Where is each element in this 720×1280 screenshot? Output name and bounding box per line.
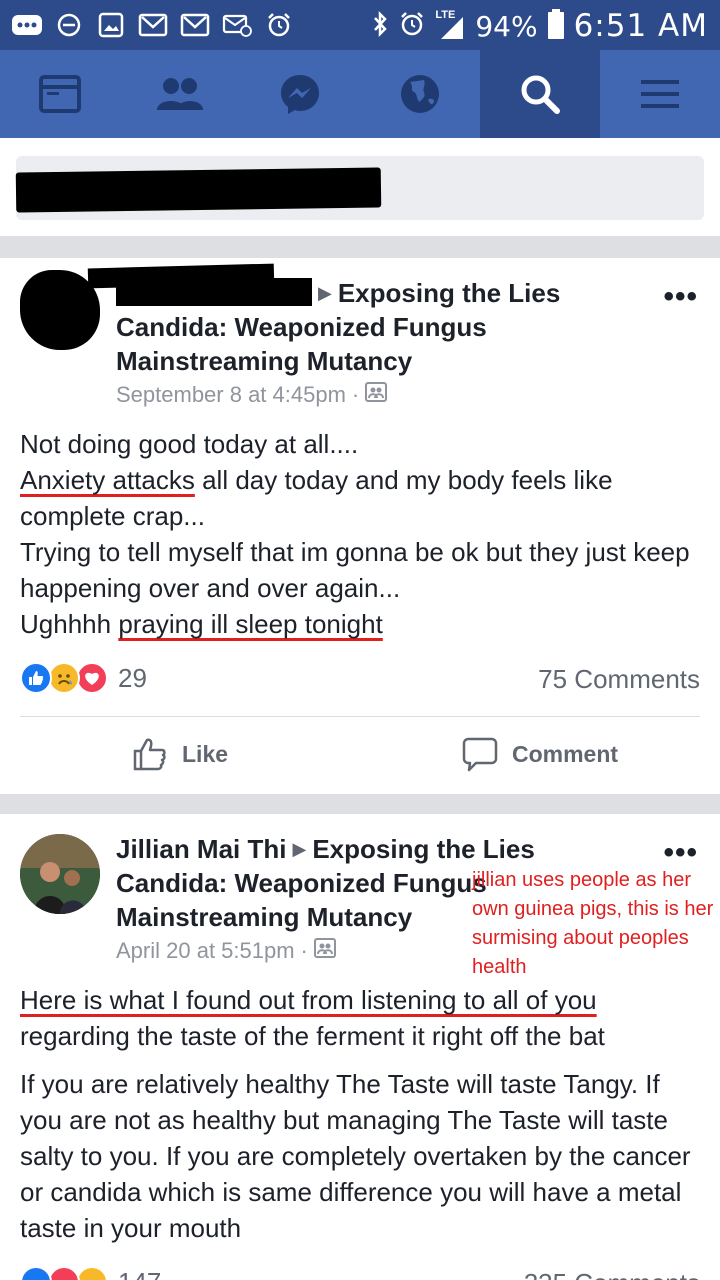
reactions-summary[interactable]: 29 [20,662,147,694]
more-icon [12,12,42,38]
email-icon [222,12,252,38]
gmail-icon [180,12,210,38]
post-paragraph: If you are relatively healthy The Taste … [20,1069,691,1243]
gmail-icon [138,12,168,38]
sad-reaction-icon [76,1266,108,1280]
status-bar: LTE 94% 6:51 AM [0,0,720,50]
post-line: Ughhhh praying ill sleep tonight [20,606,700,642]
search-bar [0,138,720,236]
minus-circle-icon [54,12,84,38]
timestamp[interactable]: September 8 at 4:45pm [116,382,346,408]
timestamp[interactable]: April 20 at 5:51pm [116,938,295,964]
thumbs-up-icon [133,738,166,771]
messenger-icon[interactable] [240,50,360,138]
comment-button[interactable]: Comment [462,736,618,772]
underlined-text: Anxiety attacks [20,465,195,495]
feed-post: ▶ Exposing the Lies Candida: Weaponized F… [0,258,720,794]
like-button[interactable]: Like [132,736,228,772]
feed-post: Jillian Mai Thi ▶ Exposing the Lies Candid… [0,814,720,1280]
top-nav [0,50,720,138]
post-meta: September 8 at 4:45pm · [116,382,388,408]
comments-count[interactable]: 235 Comments [524,1268,700,1280]
battery-percent: 94% [475,9,538,43]
underlined-text: Here is what I found out from listening … [20,985,597,1015]
group-name-line3[interactable]: Mainstreaming Mutancy [116,344,636,378]
bluetooth-icon [371,10,389,43]
menu-icon[interactable] [600,50,720,138]
more-options-icon[interactable]: ••• [663,836,698,870]
friends-icon[interactable] [120,50,240,138]
separator-dot: · [351,382,360,407]
like-reaction-icon [20,662,52,694]
divider [20,716,700,717]
reaction-count: 147 [118,1267,161,1280]
image-icon [96,12,126,38]
red-annotation: jillian uses people as her own guinea pi… [472,869,714,978]
post-text-span: Ughhhh [20,609,119,639]
redaction-mark [15,167,382,213]
search-icon[interactable] [480,50,600,138]
globe-icon[interactable] [360,50,480,138]
group-name[interactable]: Exposing the Lies [338,278,561,308]
post-text: Not doing good today at all.... Anxiety … [20,426,700,642]
author-name[interactable]: Jillian Mai Thi [116,834,286,864]
love-reaction-icon [48,1266,80,1280]
news-feed-icon[interactable] [0,50,120,138]
reaction-count: 29 [118,662,147,693]
separator-dot: · [300,938,308,963]
like-reaction-icon [20,1266,52,1280]
avatar[interactable] [20,834,100,914]
post-text: Here is what I found out from listening … [20,982,700,1246]
group-privacy-icon [365,382,388,408]
author-name[interactable] [116,278,312,306]
comment-label: Comment [512,740,619,767]
group-privacy-icon [313,938,336,964]
reactions-summary[interactable]: 147 [20,1266,161,1280]
alarm-icon [264,12,294,38]
love-reaction-icon [76,662,108,694]
group-name[interactable]: Exposing the Lies [312,834,535,864]
post-line: Anxiety attacks all day today and my bod… [20,462,700,534]
post-text-span: regarding the taste of the ferment it ri… [20,1021,605,1051]
more-options-icon[interactable]: ••• [663,280,698,314]
arrow-right-icon: ▶ [318,283,332,303]
alarm-icon [399,11,425,42]
underlined-text: praying ill sleep tonight [118,609,383,639]
post-line: Not doing good today at all.... [20,429,359,459]
like-label: Like [182,740,229,767]
post-meta: April 20 at 5:51pm · [116,938,336,964]
sad-reaction-icon [48,662,80,694]
post-header: ▶ Exposing the Lies Candida: Weaponized F… [116,276,636,378]
search-input-redaction [15,156,704,220]
post-line: Trying to tell myself that im gonna be o… [20,537,690,603]
signal-icon: LTE [435,9,465,41]
post-line: Here is what I found out from listening … [20,982,700,1054]
battery-icon [547,8,564,44]
comment-icon [462,737,498,772]
comments-count[interactable]: 75 Comments [538,664,700,695]
arrow-right-icon: ▶ [292,839,307,859]
group-name-line2[interactable]: Candida: Weaponized Fungus [116,310,636,344]
clock: 6:51 AM [573,8,708,44]
